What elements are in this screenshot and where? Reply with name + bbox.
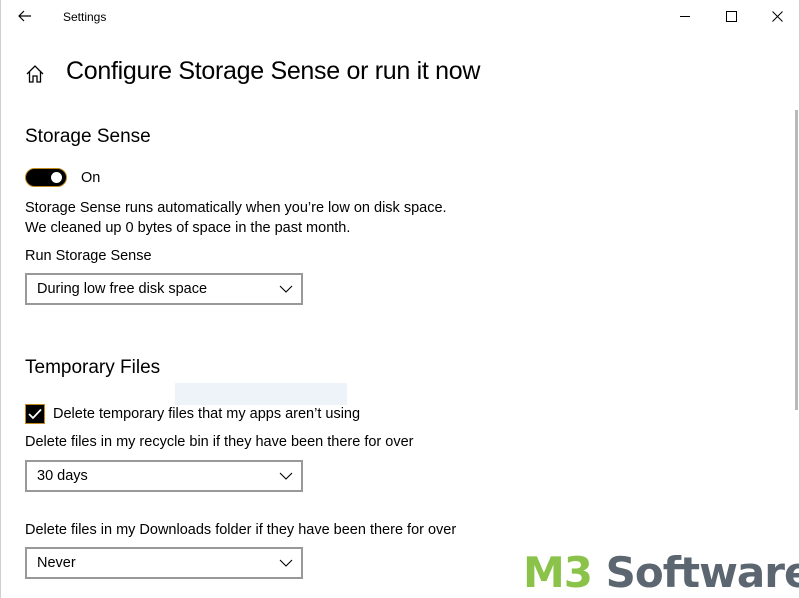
close-icon[interactable] bbox=[754, 0, 800, 33]
logo-software-text: Software bbox=[592, 548, 800, 597]
dropdown-value: 30 days bbox=[37, 468, 88, 484]
page-title: Configure Storage Sense or run it now bbox=[66, 57, 481, 85]
home-icon[interactable] bbox=[24, 63, 46, 85]
minimize-icon[interactable] bbox=[662, 0, 708, 33]
delete-temp-files-label: Delete temporary files that my apps aren… bbox=[53, 406, 361, 422]
run-storage-sense-label: Run Storage Sense bbox=[25, 248, 152, 264]
chevron-down-icon bbox=[279, 559, 293, 567]
delete-temp-files-checkbox[interactable] bbox=[25, 404, 45, 424]
chevron-down-icon bbox=[279, 285, 293, 293]
dropdown-value: During low free disk space bbox=[37, 281, 208, 297]
logo-m3-text: M3 bbox=[523, 548, 593, 597]
window-title: Settings bbox=[63, 10, 107, 24]
toggle-knob bbox=[51, 172, 62, 183]
faded-overlay bbox=[175, 383, 347, 405]
back-arrow-icon[interactable] bbox=[12, 4, 38, 28]
m3-software-logo: M3 Software bbox=[523, 548, 800, 597]
chevron-down-icon bbox=[279, 472, 293, 480]
scrollbar[interactable] bbox=[795, 110, 798, 410]
downloads-folder-dropdown[interactable]: Never bbox=[25, 547, 303, 579]
run-storage-sense-dropdown[interactable]: During low free disk space bbox=[25, 273, 303, 305]
maximize-icon[interactable] bbox=[708, 0, 754, 33]
storage-sense-description: Storage Sense runs automatically when yo… bbox=[25, 200, 447, 216]
temporary-files-heading: Temporary Files bbox=[25, 357, 161, 378]
storage-sense-heading: Storage Sense bbox=[25, 126, 151, 147]
downloads-folder-label: Delete files in my Downloads folder if t… bbox=[25, 522, 457, 538]
cleaned-up-summary: We cleaned up 0 bytes of space in the pa… bbox=[25, 220, 351, 236]
recycle-bin-label: Delete files in my recycle bin if they h… bbox=[25, 434, 414, 450]
checkmark-icon bbox=[28, 408, 42, 420]
recycle-bin-dropdown[interactable]: 30 days bbox=[25, 460, 303, 492]
storage-sense-toggle[interactable] bbox=[25, 168, 67, 187]
title-bar: Settings bbox=[0, 0, 800, 33]
toggle-state-label: On bbox=[81, 170, 101, 186]
dropdown-value: Never bbox=[37, 555, 76, 571]
